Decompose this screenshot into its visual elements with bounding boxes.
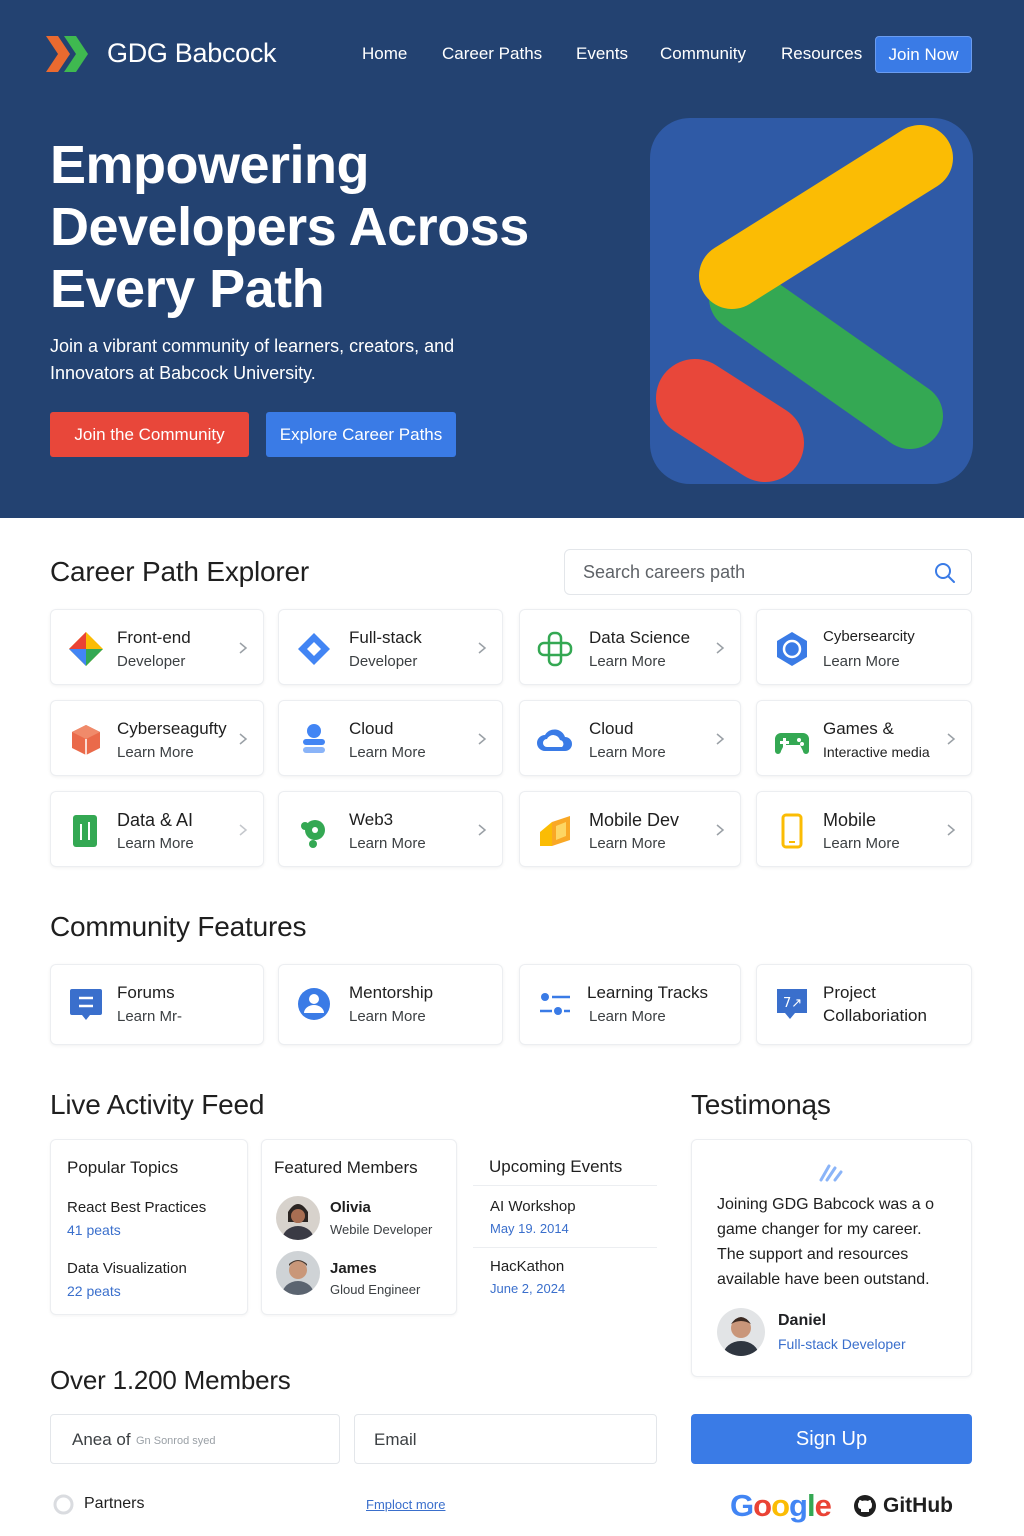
web3-icon: [301, 820, 325, 848]
feature-card-learning-tracks[interactable]: Learning Tracks Learn More: [519, 964, 741, 1045]
chevron-right-icon: [478, 824, 487, 836]
chevron-right-icon: [947, 733, 956, 745]
popular-topics-card: Popular Topics React Best Practices 41 p…: [50, 1139, 248, 1315]
github-label[interactable]: GitHub: [883, 1494, 953, 1518]
featured-members-card: Featured Members Olivia Webile Developer…: [261, 1139, 457, 1315]
frontend-icon: [69, 632, 103, 666]
mobile-icon: [781, 813, 803, 849]
brand-name[interactable]: GDG Babcock: [107, 38, 277, 69]
explore-career-paths-button[interactable]: Explore Career Paths: [266, 412, 456, 457]
area-label: Anea of: [72, 1430, 131, 1449]
email-field[interactable]: Email: [354, 1414, 657, 1464]
popular-topics-heading: Popular Topics: [67, 1158, 179, 1177]
explore-more-link[interactable]: Fmploct more: [366, 1497, 445, 1512]
upcoming-events-card: Upcoming Events AI Workshop May 19. 2014…: [473, 1139, 657, 1363]
join-now-button[interactable]: Join Now: [875, 36, 972, 73]
cloud-icon: [537, 729, 572, 751]
chevron-right-icon: [239, 824, 248, 836]
career-card-data-science[interactable]: Data Science Learn More: [519, 609, 741, 685]
topic-link[interactable]: React Best Practices: [67, 1199, 206, 1216]
nav-resources[interactable]: Resources: [781, 44, 862, 64]
upcoming-events-heading: Upcoming Events: [489, 1157, 623, 1176]
topic-link[interactable]: Data Visualization: [67, 1260, 187, 1277]
career-card-fullstack[interactable]: Full-stack Developer: [278, 609, 503, 685]
community-features-title: Community Features: [50, 911, 307, 942]
career-card-data-ai[interactable]: Data & AI Learn More: [50, 791, 264, 867]
email-input[interactable]: Email: [374, 1430, 417, 1450]
chevron-right-icon: [716, 824, 725, 836]
chevron-right-icon: [239, 642, 248, 654]
search-icon[interactable]: [933, 561, 957, 585]
feature-card-forums[interactable]: Forums Learn Mr-: [50, 964, 264, 1045]
chevron-right-icon: [478, 733, 487, 745]
forum-icon: [70, 989, 102, 1020]
avatar[interactable]: [276, 1251, 320, 1295]
avatar: [717, 1308, 765, 1356]
sign-up-button[interactable]: Sign Up: [691, 1414, 972, 1464]
career-explorer-title: Career Path Explorer: [50, 556, 310, 587]
tracks-icon: [540, 993, 570, 1015]
cybersecurity-icon: [777, 632, 807, 666]
career-card-frontend[interactable]: Front-end Developer: [50, 609, 264, 685]
quote-icon: [819, 1164, 843, 1182]
career-card-cloud[interactable]: Cloud Learn More: [278, 700, 503, 776]
cloud-stack-icon: [303, 724, 325, 753]
person-icon: [298, 988, 330, 1020]
testimonial-role: Full-stack Developer: [778, 1336, 906, 1352]
career-card-games[interactable]: Games & Interactive media: [756, 700, 972, 776]
chevron-right-icon: [239, 733, 248, 745]
career-card-cybersecurity[interactable]: Cybersearcity Learn More: [756, 609, 972, 685]
chevron-right-icon: [947, 824, 956, 836]
mobile-dev-icon: [540, 816, 570, 846]
partners-radio-icon[interactable]: [53, 1494, 74, 1515]
testimonial-card: Joining GDG Babcock was a o game changer…: [691, 1139, 972, 1377]
career-card-cyberseagufty[interactable]: Cyberseagufty Learn More: [50, 700, 264, 776]
members-count-title: Over 1.200 Members: [50, 1365, 291, 1395]
testimonial-author: Daniel: [778, 1312, 827, 1329]
member-name[interactable]: Olivia: [330, 1199, 371, 1216]
cube-icon: [72, 725, 100, 755]
nav-events[interactable]: Events: [576, 44, 628, 64]
gdg-logo-illustration: [650, 118, 973, 484]
svg-text:7↗: 7↗: [783, 996, 802, 1011]
github-icon[interactable]: [853, 1494, 877, 1518]
testimonials-title: Testimonąs: [691, 1089, 831, 1120]
nav-home[interactable]: Home: [362, 44, 407, 64]
chevron-right-icon: [478, 642, 487, 654]
career-card-cloud-2[interactable]: Cloud Learn More: [519, 700, 741, 776]
data-science-icon: [537, 631, 573, 667]
career-card-mobile-dev[interactable]: Mobile Dev Learn More: [519, 791, 741, 867]
feature-card-project-collab[interactable]: 7↗ Project Collaboriation: [756, 964, 972, 1045]
search-input[interactable]: Search careers path: [583, 562, 745, 583]
hero-title: Empowering Developers Across Every Path: [50, 135, 529, 319]
gamepad-icon: [775, 733, 809, 754]
featured-members-heading: Featured Members: [274, 1158, 418, 1177]
activity-feed-title: Live Activity Feed: [50, 1089, 265, 1120]
logo-chevrons-icon[interactable]: [46, 36, 92, 72]
google-logo[interactable]: Google: [730, 1488, 832, 1524]
chevron-right-icon: [716, 642, 725, 654]
area-of-interest-field[interactable]: Anea of Gn Sonrod syed: [50, 1414, 340, 1464]
hero-section: GDG Babcock Home Career Paths Events Com…: [0, 0, 1024, 518]
career-card-web3[interactable]: Web3 Learn More: [278, 791, 503, 867]
join-community-button[interactable]: Join the Community: [50, 412, 249, 457]
feature-card-mentorship[interactable]: Mentorship Learn More: [278, 964, 503, 1045]
fullstack-icon: [298, 633, 330, 665]
data-ai-icon: [73, 815, 97, 847]
area-hint: Gn Sonrod syed: [136, 1435, 216, 1447]
event-link[interactable]: AI Workshop: [490, 1198, 576, 1215]
chevron-right-icon: [716, 733, 725, 745]
partners-label: Partners: [84, 1495, 145, 1512]
hero-subtitle: Join a vibrant community of learners, cr…: [50, 336, 455, 383]
collab-icon: 7↗: [777, 989, 807, 1019]
event-link[interactable]: HacKathon: [490, 1258, 564, 1275]
testimonial-quote: Joining GDG Babcock was a o game changer…: [717, 1196, 934, 1288]
member-name[interactable]: James: [330, 1260, 377, 1277]
nav-community[interactable]: Community: [660, 44, 746, 64]
nav-career-paths[interactable]: Career Paths: [442, 44, 542, 64]
career-search-field[interactable]: Search careers path: [564, 549, 972, 595]
career-card-mobile[interactable]: Mobile Learn More: [756, 791, 972, 867]
avatar[interactable]: [276, 1196, 320, 1240]
